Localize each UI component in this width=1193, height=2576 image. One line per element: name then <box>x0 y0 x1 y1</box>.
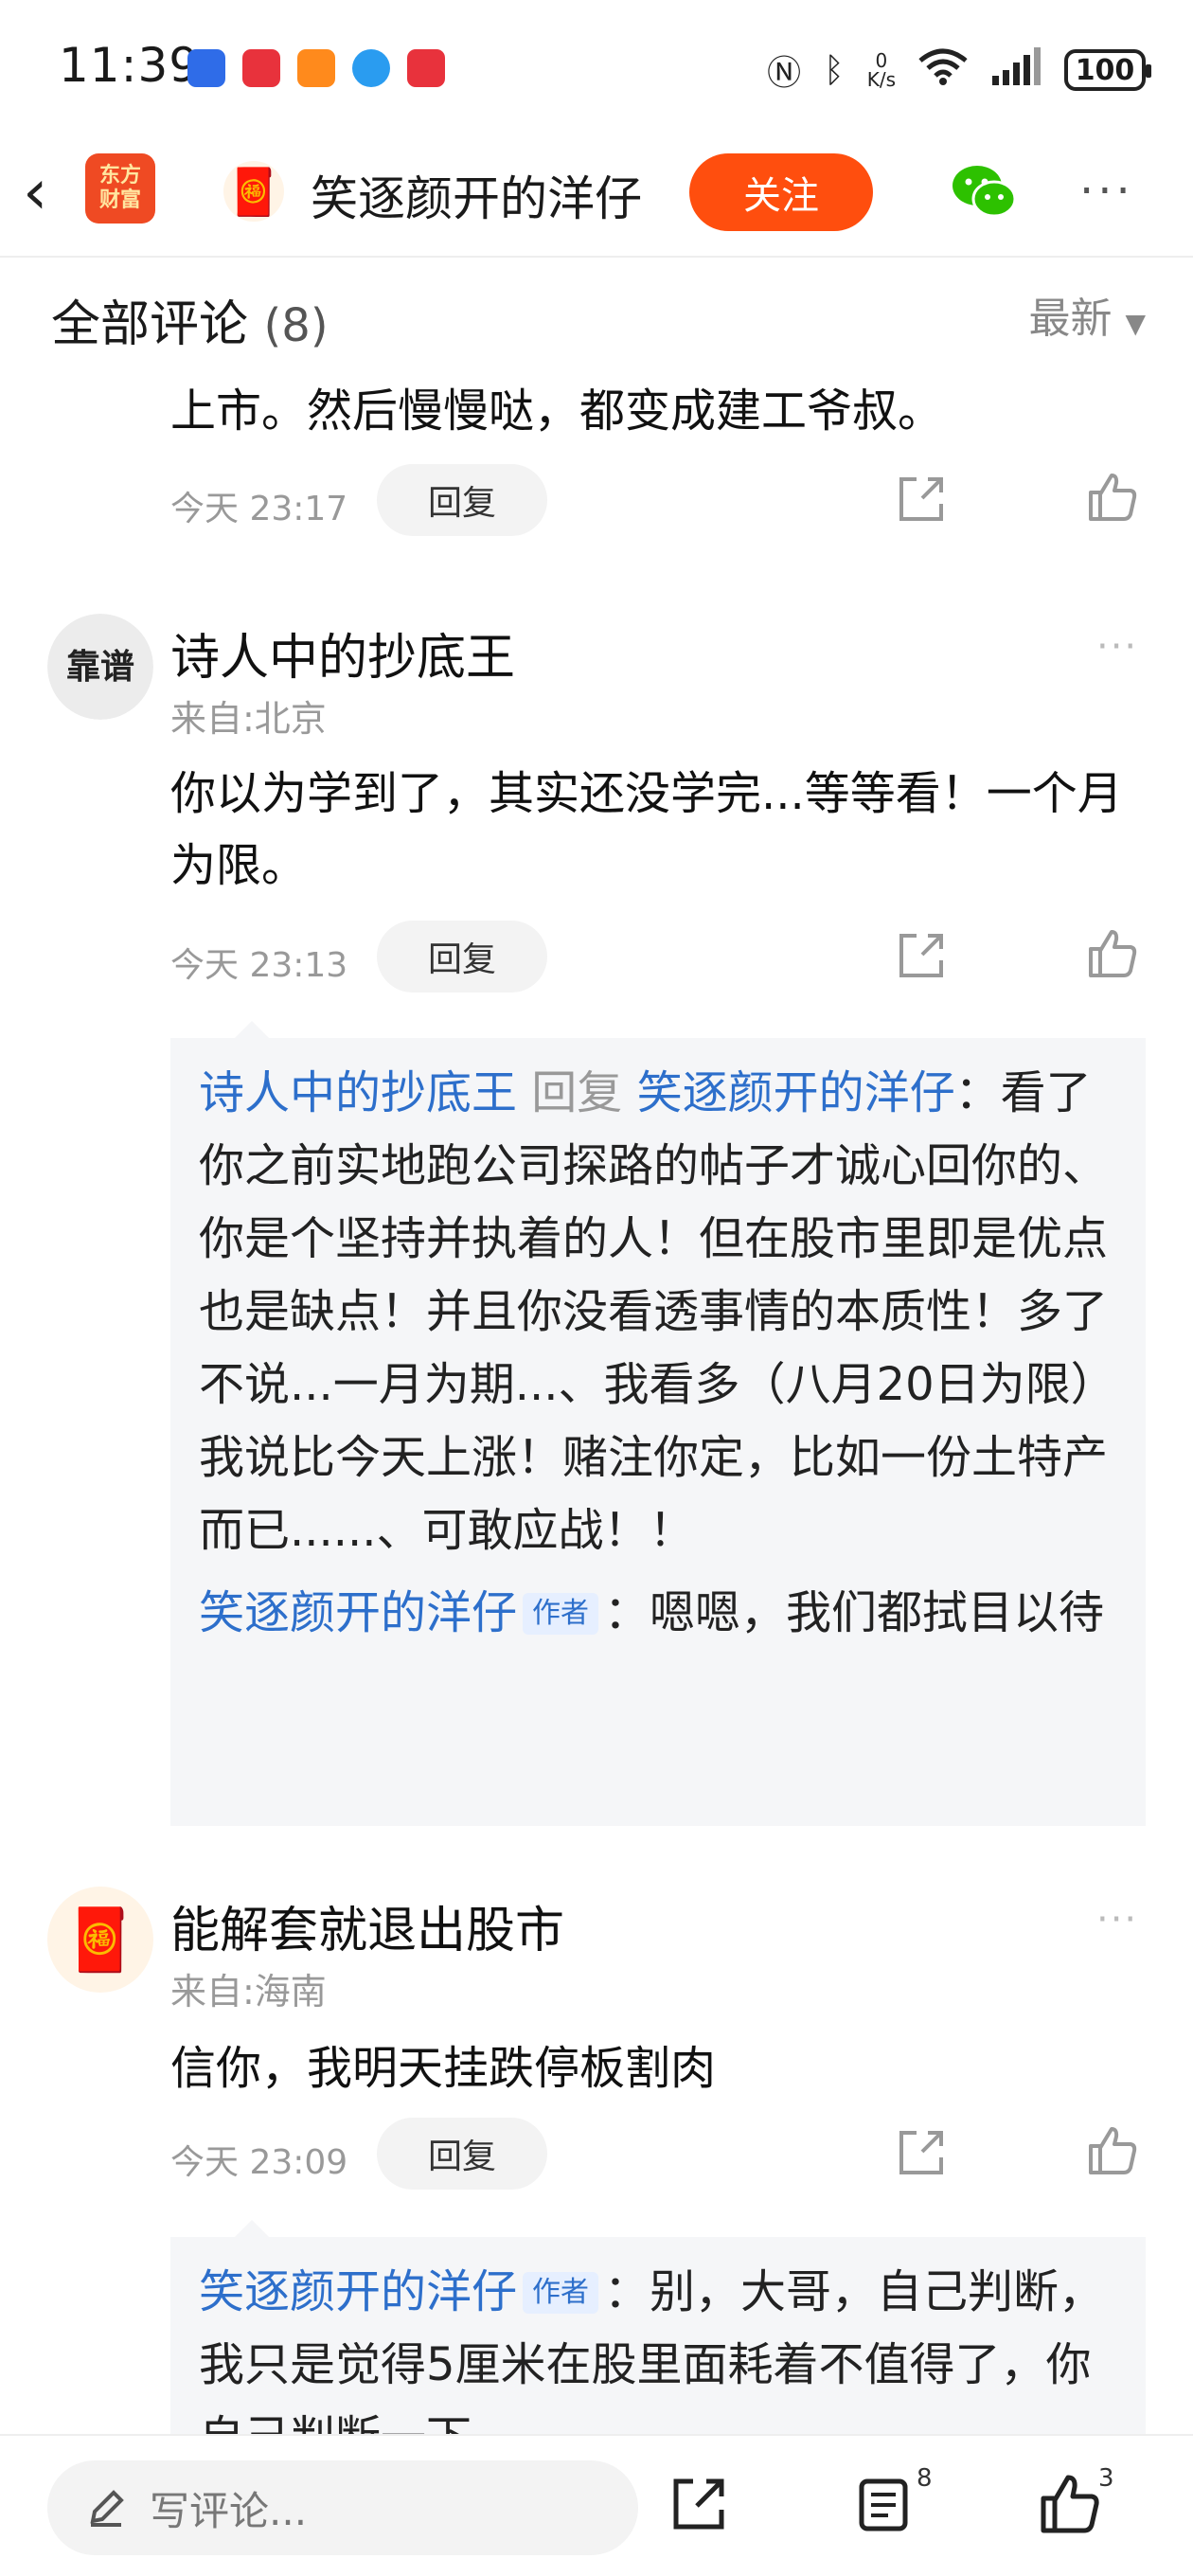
pencil-icon <box>90 2490 124 2527</box>
comment-username[interactable]: 能解套就退出股市 <box>170 1890 564 1961</box>
reply-text: 看了你之前实地跑公司探路的帖子才诚心回你的、你是个坚持并执着的人！但在股市里即是… <box>199 1066 1116 1557</box>
nfc-icon: Ⓝ <box>767 54 802 93</box>
reply-button[interactable]: 回复 <box>377 464 547 536</box>
author-name[interactable]: 笑逐颜开的洋仔 <box>311 161 642 229</box>
battery-indicator: 100 <box>1064 49 1151 91</box>
share-icon[interactable] <box>896 930 947 981</box>
wifi-icon <box>918 47 968 94</box>
bluetooth-icon: ᛒ <box>824 50 845 90</box>
screen: 11:39 Ⓝ ᛒ 0 K/s 100 ‹ 东方 财富 🧧 笑逐颜开的洋仔 关注… <box>0 0 1193 2576</box>
comment-more-icon[interactable]: ··· <box>1096 1898 1138 1941</box>
user-avatar[interactable]: 靠谱 <box>47 614 153 720</box>
reply-from[interactable]: 笑逐颜开的洋仔 <box>199 1586 517 1639</box>
comment-text: 上市。然后慢慢哒，都变成建工爷叔。 <box>170 385 944 438</box>
thread-caret <box>235 1021 269 1038</box>
like-icon[interactable] <box>1087 928 1138 979</box>
reply-from[interactable]: 诗人中的抄底王 <box>199 1066 517 1119</box>
author-tag: 作者 <box>523 1593 599 1635</box>
comment-more-icon[interactable]: ··· <box>1096 625 1138 669</box>
app-logo-line2: 财富 <box>98 188 141 212</box>
sort-label: 最新 <box>1028 295 1113 343</box>
reply-button[interactable]: 回复 <box>377 2118 547 2190</box>
like-icon[interactable] <box>1087 2125 1138 2176</box>
comments-count-badge: 8 <box>917 2464 933 2493</box>
share-icon[interactable] <box>668 2474 729 2534</box>
reply-from[interactable]: 笑逐颜开的洋仔 <box>199 2265 517 2318</box>
reply-thread: 诗人中的抄底王 回复 笑逐颜开的洋仔：看了你之前实地跑公司探路的帖子才诚心回你的… <box>170 1021 1146 1826</box>
reply-to[interactable]: 笑逐颜开的洋仔 <box>637 1066 955 1119</box>
comment-input-placeholder: 写评论... <box>150 2487 308 2534</box>
browser-app-icon <box>352 49 390 87</box>
avatar-text: 靠谱 <box>66 648 134 687</box>
comment-time: 今天 23:17 <box>170 490 348 528</box>
status-bar: 11:39 Ⓝ ᛒ 0 K/s 100 <box>0 0 1193 133</box>
sort-dropdown[interactable]: 最新 ▼ <box>1028 284 1146 345</box>
share-icon[interactable] <box>896 474 947 525</box>
reply-text: 嗯嗯，我们都拭目以待 <box>650 1586 1105 1639</box>
comment-count: (8) <box>263 299 329 352</box>
comment-text: 信你，我明天挂跌停板割肉 <box>170 2042 717 2095</box>
status-icons: Ⓝ ᛒ 0 K/s 100 <box>767 45 1151 95</box>
comment-input[interactable]: 写评论... <box>47 2460 638 2555</box>
like-icon[interactable] <box>1087 472 1138 523</box>
cell-signal-icon <box>990 46 1042 94</box>
caret-down-icon: ▼ <box>1125 308 1146 339</box>
red-app-icon-2 <box>407 49 445 87</box>
comment-location: 来自:海南 <box>170 1971 327 2012</box>
status-time: 11:39 <box>59 38 201 93</box>
net-speed-unit: K/s <box>866 68 896 91</box>
comment-location: 来自:北京 <box>170 698 327 740</box>
follow-button[interactable]: 关注 <box>689 153 873 231</box>
thread-caret <box>235 2220 269 2237</box>
bottom-action-bar: 写评论... 8 3 <box>0 2434 1193 2576</box>
reply-colon: ： <box>954 1066 1001 1119</box>
video-app-icon <box>297 49 335 87</box>
reply-word: 回复 <box>531 1066 623 1119</box>
reply-colon: ： <box>604 1586 650 1639</box>
voice-app-icon <box>187 49 225 87</box>
reply-item[interactable]: 笑逐颜开的洋仔 作者 ：嗯嗯，我们都拭目以待 <box>199 1577 1117 1650</box>
comment-time: 今天 23:13 <box>170 946 348 985</box>
net-speed: 0 K/s <box>867 51 896 89</box>
reply-item[interactable]: 诗人中的抄底王 回复 笑逐颜开的洋仔：看了你之前实地跑公司探路的帖子才诚心回你的… <box>199 1057 1117 1567</box>
back-icon[interactable]: ‹ <box>23 161 47 224</box>
comment-username[interactable]: 诗人中的抄底王 <box>170 617 515 689</box>
post-header: ‹ 东方 财富 🧧 笑逐颜开的洋仔 关注 ··· <box>0 133 1193 258</box>
share-icon[interactable] <box>896 2127 947 2178</box>
section-title: 全部评论 <box>51 296 249 353</box>
author-avatar[interactable]: 🧧 <box>223 161 284 222</box>
reply-colon: ： <box>604 2265 650 2318</box>
app-logo[interactable]: 东方 财富 <box>85 153 155 224</box>
like-count-badge: 3 <box>1098 2464 1114 2493</box>
comment-text: 你以为学到了，其实还没学完...等等看！一个月为限。 <box>170 767 1123 892</box>
app-logo-line1: 东方 <box>98 164 141 188</box>
author-tag: 作者 <box>523 2272 599 2314</box>
comments-icon[interactable] <box>856 2474 917 2534</box>
comments-section-title: 全部评论 (8) <box>51 284 329 355</box>
user-avatar[interactable]: 🧧 <box>47 1887 153 1993</box>
more-icon[interactable]: ··· <box>1079 165 1134 218</box>
like-icon[interactable] <box>1040 2474 1100 2534</box>
red-app-icon <box>242 49 280 87</box>
wechat-icon[interactable] <box>951 161 1017 222</box>
reply-button[interactable]: 回复 <box>377 921 547 993</box>
comment-time: 今天 23:09 <box>170 2143 348 2182</box>
